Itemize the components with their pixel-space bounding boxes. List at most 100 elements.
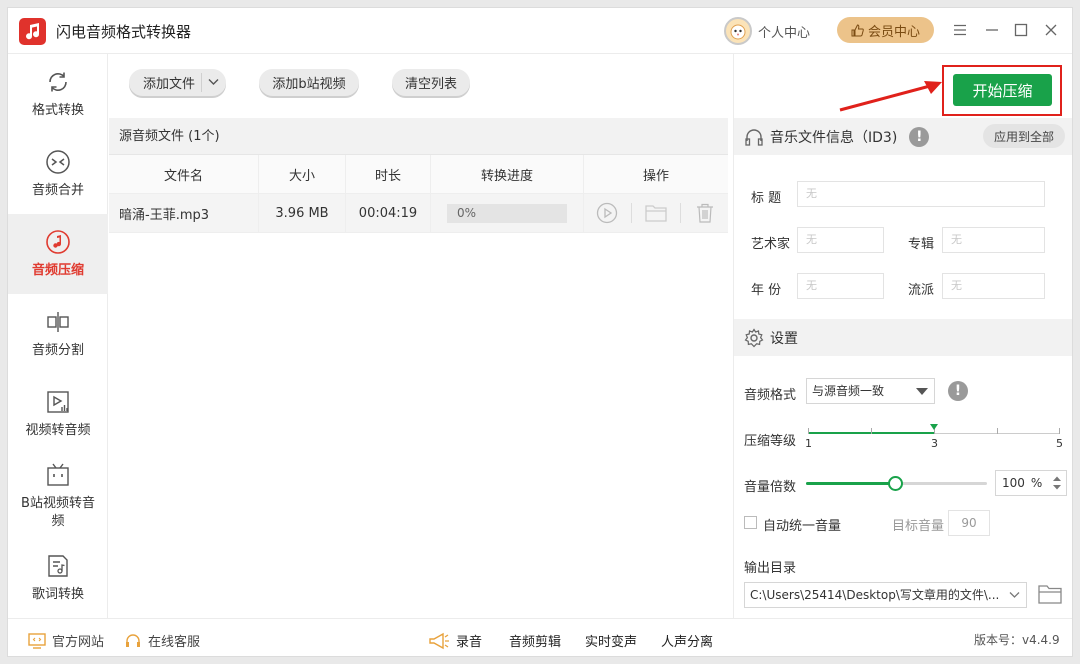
volume-slider[interactable]: [806, 474, 987, 492]
format-select[interactable]: 与源音频一致: [806, 378, 935, 404]
monitor-icon: [28, 632, 46, 649]
output-path-select[interactable]: C:\Users\25414\Desktop\写文章用的文件\...: [744, 582, 1027, 608]
volume-label: 音量倍数: [744, 480, 797, 495]
year-label: 年 份: [751, 283, 782, 298]
sidebar-item-label: 音频合并: [31, 183, 84, 198]
album-label: 专辑: [908, 237, 935, 252]
sidebar: 格式转换 音频合并 音频压缩 音频分割 视频转音频 B站视频转音频 歌词转换: [8, 54, 108, 618]
add-bilibili-button[interactable]: 添加b站视频: [259, 69, 359, 96]
sidebar-item-bilibili-to-audio[interactable]: B站视频转音频: [8, 454, 108, 538]
apply-all-button[interactable]: 应用到全部: [983, 124, 1065, 148]
progress-bar: 0%: [447, 203, 567, 223]
version-label: 版本号：v4.4.9: [974, 633, 1060, 647]
year-field[interactable]: 无: [797, 273, 884, 299]
sidebar-item-label: 音频分割: [31, 343, 84, 358]
menu-icon[interactable]: [950, 20, 970, 40]
table-header: 文件名 大小 时长 转换进度 操作: [109, 155, 728, 194]
merge-icon: [44, 148, 72, 176]
volume-stepper[interactable]: 100 %: [995, 470, 1067, 496]
output-path-value: C:\Users\25414\Desktop\写文章用的文件\...: [750, 588, 1000, 602]
toolbar: 添加文件 添加b站视频 清空列表: [109, 54, 733, 118]
dropdown-arrow-icon: [916, 388, 928, 395]
divider: [201, 73, 202, 92]
maximize-icon[interactable]: [1011, 20, 1031, 40]
official-site-label: 官方网站: [52, 635, 105, 650]
bottom-bar: 官方网站 在线客服 录音 音频剪辑 实时变声 人声分离 版本号：v4.4.9: [8, 618, 1072, 656]
lyrics-icon: [44, 552, 72, 580]
audio-edit-link[interactable]: 音频剪辑: [509, 631, 561, 650]
progress-cell: 0%: [431, 194, 584, 232]
file-panel-header: 源音频文件 (1个): [109, 118, 728, 155]
compress-icon: [44, 228, 72, 256]
sidebar-item-format-convert[interactable]: 格式转换: [8, 54, 108, 134]
minimize-icon[interactable]: [982, 20, 1002, 40]
column-header: 大小: [259, 155, 346, 193]
sidebar-item-label: 音频压缩: [31, 263, 84, 278]
app-title: 闪电音频格式转换器: [56, 23, 192, 41]
tick-label: 1: [805, 437, 812, 450]
vocal-separate-link[interactable]: 人声分离: [661, 631, 713, 650]
online-service-label: 在线客服: [148, 635, 201, 650]
artist-field[interactable]: 无: [797, 227, 884, 253]
record-link[interactable]: 录音: [428, 631, 482, 650]
target-volume-field[interactable]: 90: [948, 510, 990, 536]
artist-label: 艺术家: [751, 237, 791, 252]
format-label: 音频格式: [744, 388, 797, 403]
auto-volume-checkbox[interactable]: [744, 516, 757, 529]
realtime-voice-link[interactable]: 实时变声: [585, 631, 637, 650]
official-site-link[interactable]: 官方网站: [28, 631, 104, 650]
sidebar-item-label: 视频转音频: [25, 423, 91, 438]
chevron-down-icon[interactable]: [208, 78, 219, 86]
sidebar-item-audio-split[interactable]: 音频分割: [8, 294, 108, 374]
add-file-button[interactable]: 添加文件: [129, 69, 226, 96]
genre-field[interactable]: 无: [942, 273, 1045, 299]
target-volume-label: 目标音量: [892, 519, 945, 534]
column-header: 操作: [642, 168, 669, 184]
tick-label: 3: [931, 437, 938, 450]
start-compress-button[interactable]: 开始压缩: [953, 74, 1052, 106]
slider-thumb[interactable]: [887, 476, 903, 491]
title-field[interactable]: 无: [797, 181, 1045, 207]
sidebar-item-video-to-audio[interactable]: 视频转音频: [8, 374, 108, 454]
file-table: 文件名 大小 时长 转换进度 操作 暗涌-王菲.mp3 3.96 MB 00:0…: [109, 155, 728, 233]
close-icon[interactable]: [1041, 20, 1061, 40]
sidebar-item-audio-compress[interactable]: 音频压缩: [8, 214, 108, 294]
sidebar-item-label: 歌词转换: [31, 587, 84, 602]
compress-level-label: 压缩等级: [744, 434, 797, 449]
online-service-link[interactable]: 在线客服: [124, 631, 200, 650]
folder-icon[interactable]: [632, 201, 680, 225]
slider-thumb[interactable]: [930, 424, 938, 430]
album-field[interactable]: 无: [942, 227, 1045, 253]
tick-mark: [997, 428, 998, 434]
operations-cell: [584, 194, 728, 232]
folder-icon[interactable]: [1038, 584, 1062, 604]
headset-icon: [126, 633, 140, 647]
table-row[interactable]: 暗涌-王菲.mp3 3.96 MB 00:04:19 0%: [109, 194, 728, 233]
format-convert-icon: [44, 68, 72, 96]
gear-icon: [744, 327, 764, 347]
tick-mark: [871, 428, 872, 434]
compress-level-slider[interactable]: 1 3 5: [805, 420, 1063, 454]
sidebar-item-lyrics-convert[interactable]: 歌词转换: [8, 538, 108, 618]
slider-fill: [806, 482, 895, 485]
tick-label: 5: [1056, 437, 1063, 450]
auto-volume-label: 自动统一音量: [763, 519, 842, 534]
file-name: 暗涌-王菲.mp3: [109, 194, 259, 232]
info-icon[interactable]: !: [948, 381, 968, 401]
user-center-button[interactable]: 个人中心: [724, 16, 810, 46]
id3-title: 音乐文件信息（ID3): [770, 129, 898, 146]
stepper-arrows-icon[interactable]: [1052, 475, 1062, 491]
trash-icon[interactable]: [681, 201, 729, 225]
avatar: [724, 17, 752, 45]
file-panel: 源音频文件 (1个) 文件名 大小 时长 转换进度 操作 暗涌-王菲.mp3 3…: [109, 118, 728, 618]
tick-mark: [808, 428, 809, 434]
sidebar-item-audio-merge[interactable]: 音频合并: [8, 134, 108, 214]
tick-mark: [1059, 428, 1060, 434]
column-header: 文件名: [109, 155, 259, 193]
sidebar-item-label: B站视频转音频: [21, 496, 95, 529]
clear-list-button[interactable]: 清空列表: [392, 69, 470, 96]
volume-value: 100: [1002, 476, 1025, 490]
member-center-button[interactable]: 会员中心: [837, 17, 934, 43]
info-icon[interactable]: !: [909, 126, 930, 147]
play-icon[interactable]: [583, 201, 631, 225]
